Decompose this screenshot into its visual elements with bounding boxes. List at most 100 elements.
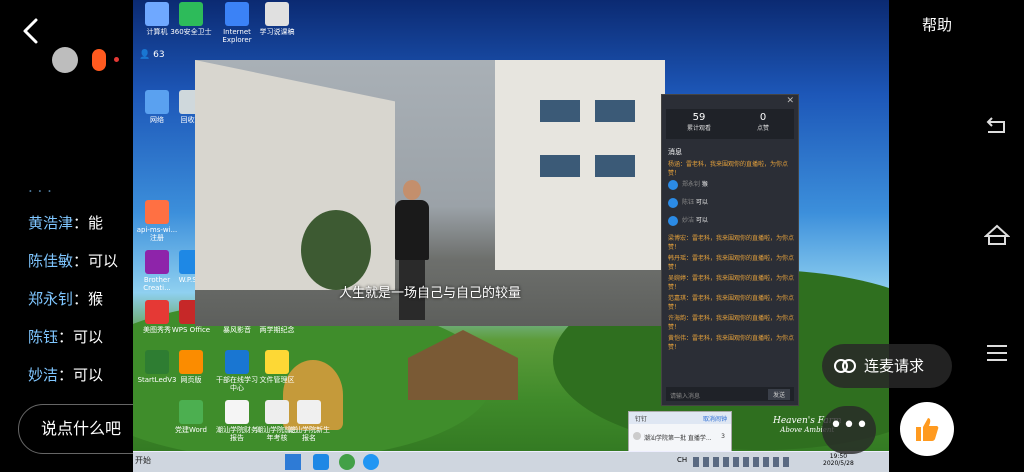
panel-message: 陈钰 可以: [668, 197, 794, 208]
stats-bar: 59 累计观看 0 点赞: [666, 109, 794, 139]
mic-request-button[interactable]: 连麦请求: [822, 344, 952, 388]
stat-likes: 0 点赞: [738, 112, 788, 132]
link-icon: [834, 359, 856, 373]
desktop-icon[interactable]: 学习说课稿: [253, 2, 301, 36]
desktop-icon-label: 潮汕学院前三年考核: [256, 426, 298, 442]
app-icon: [145, 200, 169, 224]
dingtalk-notification[interactable]: 钉钉 取消闹钟 潮汕学院第一批 直播学... 3: [628, 411, 732, 453]
back-button[interactable]: [14, 14, 48, 48]
app-icon: [225, 2, 249, 26]
panel-message: 黄恺伟：雷老科，我来围观你的直播啦，为你点赞！: [668, 335, 795, 351]
comment-sep: ：: [58, 328, 74, 346]
panel-message-text: 可以: [695, 199, 708, 206]
mic-request-label: 连麦请求: [864, 357, 925, 375]
app-icon: [145, 250, 169, 274]
desktop-icon-label: 学习说课稿: [259, 28, 295, 36]
comment-sep: ：: [58, 366, 74, 384]
app-icon: [145, 350, 169, 374]
messages-title: 消息: [668, 148, 682, 156]
notification-count: 3: [721, 433, 725, 440]
avatar: [668, 179, 678, 190]
panel-message: 郑永钊 猴: [668, 179, 794, 190]
menu-nav-icon[interactable]: [984, 340, 1010, 366]
app-icon: [225, 400, 249, 424]
app-icon: [265, 2, 289, 26]
close-icon[interactable]: ✕: [786, 96, 794, 106]
status-dot-grey: [52, 47, 78, 73]
status-dot-orange: [92, 49, 106, 71]
taskbar-cursor-icon[interactable]: [285, 454, 301, 470]
window: [540, 155, 580, 177]
stat-label: 累计观看: [686, 125, 711, 132]
send-button[interactable]: 发送: [767, 389, 790, 400]
notification-title: 钉钉: [635, 416, 648, 423]
app-icon: [179, 2, 203, 26]
notification-cancel[interactable]: 取消闹钟: [703, 414, 727, 423]
clock: 19:50 2020/5/28: [823, 453, 854, 467]
window: [540, 100, 580, 122]
desktop-icon[interactable]: 潮汕学院前三年考核: [253, 400, 301, 442]
clock-time: 19:50: [829, 453, 848, 460]
clock-date: 2020/5/28: [823, 460, 854, 467]
home-nav-icon[interactable]: [983, 222, 1011, 248]
building-right: [495, 60, 665, 270]
window: [595, 100, 635, 122]
desktop-icon[interactable]: api-ms-wi... 注册: [133, 200, 181, 242]
comment-name: 陈佳敏: [28, 252, 74, 270]
app-icon: [265, 350, 289, 374]
window: [595, 155, 635, 177]
start-button[interactable]: 开始: [135, 455, 151, 466]
back-nav-icon[interactable]: [984, 112, 1010, 138]
comment-item: 陈钰：可以: [28, 326, 103, 347]
avatar: [668, 215, 678, 226]
shrub: [301, 210, 371, 290]
live-stats-panel: ✕ 59 累计观看 0 点赞 消息 杨涵：雷老科，我来围观你的直播啦，为你点赞！ 郑永…: [661, 94, 799, 406]
comment-text: 能: [88, 214, 104, 232]
help-link[interactable]: 帮助: [922, 14, 952, 35]
notification-icon: [633, 432, 641, 440]
message-input[interactable]: 请输入消息: [670, 391, 700, 400]
panel-message: 杨涵：雷老科，我来围观你的直播啦，为你点赞！: [668, 161, 789, 177]
thumbs-up-icon: [916, 418, 939, 441]
desktop-icon-label: 网页版: [180, 376, 202, 384]
panel-message-name: 陈钰: [682, 199, 696, 206]
stat-label: 点赞: [756, 125, 769, 132]
comment-partial: · · ·: [28, 182, 52, 200]
app-icon: [179, 400, 203, 424]
desktop-icon[interactable]: 网页版: [167, 350, 215, 384]
person-icon: 👤: [139, 50, 151, 60]
app-icon: [145, 90, 169, 114]
panel-message: 范嘉琪：雷老科，我来围观你的直播啦，为你点赞！: [668, 295, 795, 311]
panel-message-name: 妙洁: [682, 217, 696, 224]
notification-item: 潮汕学院第一批 直播学...: [644, 435, 712, 442]
more-button[interactable]: •••: [822, 406, 876, 454]
desktop-icon-label: api-ms-wi... 注册: [136, 226, 178, 242]
comment-item: 妙洁：可以: [28, 364, 103, 385]
status-dot-red: [114, 57, 119, 62]
desktop-icon[interactable]: 文件管理区: [253, 350, 301, 384]
chevron-left-icon: [23, 18, 38, 44]
comment-name: 黄浩津: [28, 214, 74, 232]
comment-name: 郑永钊: [28, 290, 74, 308]
desktop-icon[interactable]: 党建Word: [167, 400, 215, 434]
video-frame: 人生就是一场自己与自己的较量: [195, 60, 665, 326]
desktop-icon[interactable]: 360安全卫士: [167, 2, 215, 36]
taskbar-app-icon[interactable]: [313, 454, 329, 470]
comment-item: 黄浩津：能: [28, 212, 103, 233]
like-button[interactable]: [900, 402, 954, 456]
app-icon: [225, 350, 249, 374]
panel-message: 韩丹瑶：雷老科，我来围观你的直播啦，为你点赞！: [668, 255, 795, 271]
panel-message: 妙洁 可以: [668, 215, 794, 226]
tray-icons[interactable]: [693, 457, 793, 467]
app-icon: [145, 2, 169, 26]
stat-views: 59 累计观看: [674, 112, 724, 132]
app-icon: [179, 350, 203, 374]
taskbar-chrome-icon[interactable]: [363, 454, 379, 470]
language-indicator[interactable]: CH: [677, 456, 687, 464]
status-dots: [52, 44, 132, 74]
taskbar: 开始 CH 19:50 2020/5/28: [133, 451, 889, 472]
taskbar-browser-icon[interactable]: [339, 454, 355, 470]
comment-text: 可以: [88, 252, 119, 270]
comment-text: 猴: [88, 290, 104, 308]
avatar: [668, 197, 678, 208]
